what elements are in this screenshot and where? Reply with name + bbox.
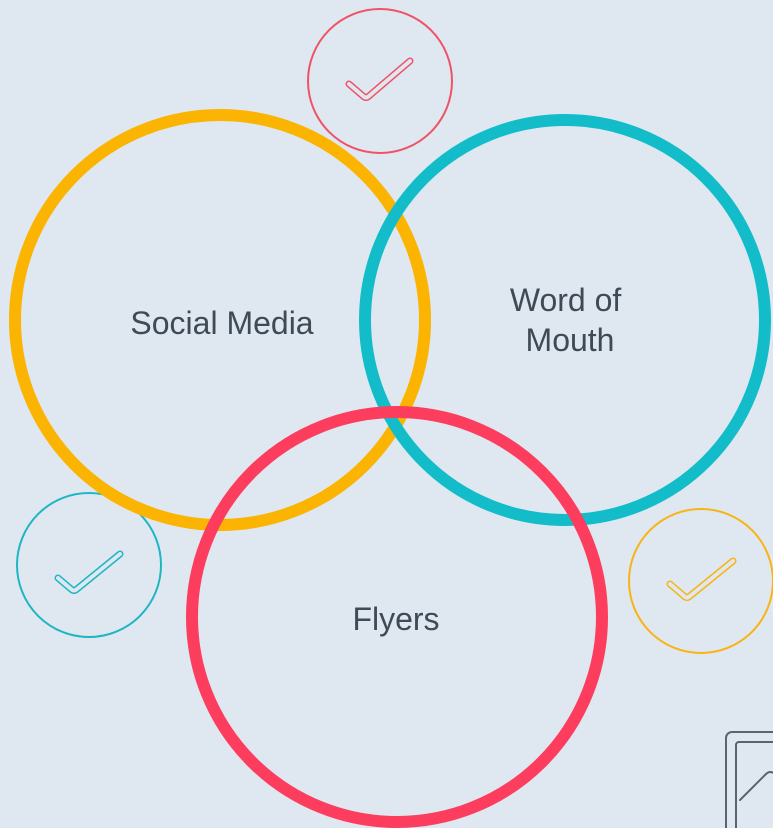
check-badge-top [307,8,453,154]
venn-diagram-slide: Social Media Word of Mouth Flyers [0,0,773,828]
document-chart-icon [725,731,773,828]
checkmark-inner-icon [668,559,735,600]
venn-diagram: Social Media Word of Mouth Flyers [9,8,773,828]
icon-outer-frame [725,731,773,828]
label-line: Word of [510,282,622,318]
label-line: Flyers [352,601,439,637]
badge-circle [628,508,773,654]
check-badge-right [628,508,773,654]
label-line: Mouth [526,322,615,358]
checkmark-inner-icon [347,59,412,100]
label-line: Social Media [130,305,313,341]
icon-trend-line [739,771,773,801]
label-word-of-mouth: Word of Mouth [510,282,630,358]
badge-circle [307,8,453,154]
checkmark-inner-icon [56,552,122,593]
label-flyers: Flyers [352,601,439,637]
label-social-media: Social Media [130,305,313,341]
